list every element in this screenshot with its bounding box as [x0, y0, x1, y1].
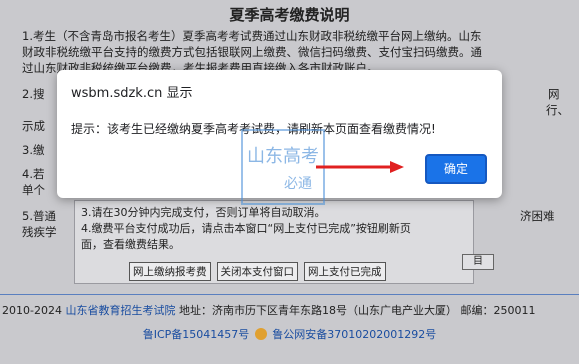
panel-button-row: 网上缴纳报考费 关闭本支付窗口 网上支付已完成 [129, 262, 386, 281]
dialog-title: wsbm.sdzk.cn 显示 [71, 86, 193, 101]
close-payment-window-button[interactable]: 关闭本支付窗口 [216, 262, 298, 281]
copyright-years: 2010-2024 [2, 304, 62, 317]
page-title: 夏季高考缴费说明 [229, 6, 350, 24]
pay-exam-fee-button[interactable]: 网上缴纳报考费 [129, 262, 211, 281]
payment-completed-button[interactable]: 网上支付已完成 [304, 262, 386, 281]
footer-info: 2010-2024 山东省教育招生考试院 地址：济南市历下区青年东路18号（山东… [2, 302, 577, 318]
item-5-end: 济困难 [520, 209, 555, 223]
watermark-text-1: 山东高考 [247, 146, 319, 167]
ok-button[interactable]: 确定 [425, 154, 487, 184]
address: 地址：济南市历下区青年东路18号（山东广电产业大厦） [178, 304, 457, 317]
item-2-end-2: 行、 [546, 103, 569, 117]
item-5-line-2: 残疾学 [22, 225, 57, 239]
paragraph-1-line-2: 财政非税统缴平台支持的缴费方式包括银联网上缴费、微信扫码缴费、支付宝扫码缴费。通 [22, 45, 482, 59]
panel-line-2: 4.缴费平台支付成功后，请点击本窗口“网上支付已完成”按钮刷新页 [81, 222, 411, 235]
footer-divider [0, 294, 579, 295]
panel-line-1: 3.请在30分钟内完成支付，否则订单将自动取消。 [81, 206, 326, 219]
payment-instructions-panel: 3.请在30分钟内完成支付，否则订单将自动取消。 4.缴费平台支付成功后，请点击… [74, 200, 474, 284]
item-5-start: 5.普通 [22, 209, 56, 223]
police-link[interactable]: 鲁公网安备37010202001292号 [272, 328, 436, 341]
org-link[interactable]: 山东省教育招生考试院 [65, 304, 175, 317]
paragraph-1-line-1: 1.考生（不含青岛市报名考生）夏季高考考试费通过山东财政非税统缴平台网上缴纳。山… [22, 29, 482, 43]
panel-line-3: 面，查看缴费结果。 [81, 238, 180, 251]
item-2-end-1: 网 [548, 87, 560, 101]
item-2-line-3: 示成 [22, 119, 45, 133]
icp-link[interactable]: 鲁ICP备15041457号 [143, 328, 250, 341]
item-2-start: 2.搜 [22, 87, 45, 101]
notice-paragraph-1: 1.考生（不含青岛市报名考生）夏季高考考试费通过山东财政非税统缴平台网上缴纳。山… [22, 28, 556, 76]
postcode: 邮编：250011 [460, 304, 536, 317]
police-badge-icon [254, 328, 267, 340]
item-3-start: 3.缴 [22, 143, 45, 157]
watermark-frame [241, 129, 325, 205]
watermark-text-2: 必通 [284, 176, 312, 192]
item-4-line-2: 单个 [22, 183, 45, 197]
red-arrow-icon [316, 161, 404, 173]
footer-registration: 鲁ICP备15041457号 鲁公网安备37010202001292号 [0, 326, 579, 342]
side-button[interactable]: 目 [462, 254, 494, 270]
item-4-start: 4.若 [22, 167, 45, 181]
